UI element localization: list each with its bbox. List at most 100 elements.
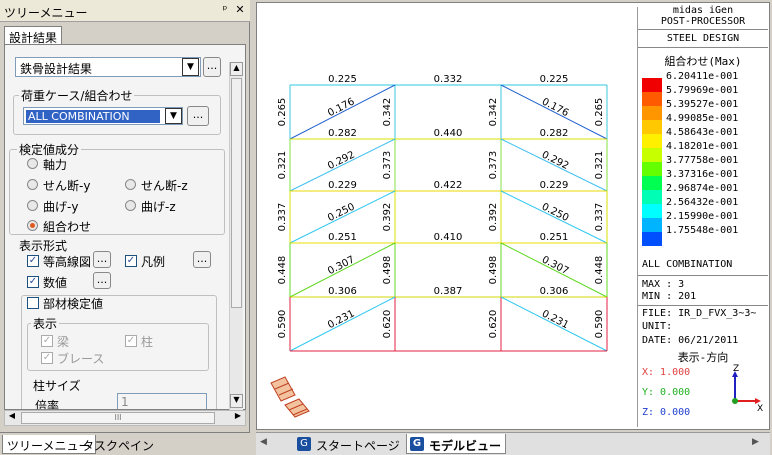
legend-panel: midas iGen POST-PROCESSOR STEEL DESIGN 組… (638, 5, 768, 425)
contour-label: 等高線図 (43, 255, 92, 269)
legend-combo-title: 組合わせ(Max) (664, 55, 742, 68)
beam-ratio-label: 0.229 (540, 180, 569, 191)
column-ratio-label: 0.337 (594, 203, 605, 232)
legend-swatch (642, 232, 662, 246)
vertical-scrollbar[interactable]: ▲ ▼ (229, 62, 243, 410)
scroll-thumb[interactable] (231, 78, 242, 308)
legend-label: 凡例 (141, 255, 166, 269)
beam-checkbox[interactable]: ✓ (41, 335, 53, 347)
brace-ratio-label: 0.231 (326, 308, 357, 331)
chevron-down-icon[interactable]: ▼ (182, 58, 199, 76)
check-component-group (9, 149, 225, 235)
column-ratio-label: 0.373 (382, 151, 393, 180)
legend-value: 2.56432e-001 (666, 197, 739, 208)
values-label: 数値 (43, 276, 68, 290)
load-case-more-button[interactable]: ... (187, 106, 209, 126)
tab-design-results[interactable]: 設計結果 (4, 26, 62, 45)
legend-rule (638, 275, 768, 276)
brace-ratio-label: 0.231 (540, 308, 571, 331)
legend-swatch (642, 190, 662, 204)
legend-header-design: STEEL DESIGN (666, 33, 740, 44)
result-type-more-button[interactable]: ... (203, 57, 221, 77)
beam-ratio-label: 0.422 (434, 180, 463, 191)
legend-swatch (642, 120, 662, 134)
legend-swatch (642, 176, 662, 190)
member-check-checkbox[interactable] (27, 297, 39, 309)
member-check-label: 部材検定値 (43, 297, 104, 311)
hscroll-thumb[interactable]: III (21, 412, 215, 424)
tab-scroll-left-icon[interactable]: ◀ (260, 437, 267, 447)
radio-shear-z[interactable] (125, 179, 136, 190)
tab-start-page-label: スタートページ (316, 439, 400, 453)
tab-scroll-right-icon[interactable]: ▶ (752, 437, 759, 447)
radio-shear-z-label: せん断-z (141, 179, 188, 193)
legend-header-product: midas iGen (672, 5, 734, 16)
column-ratio-label: 0.620 (488, 310, 499, 339)
legend-value: 6.20411e-001 (666, 71, 739, 82)
chevron-down-icon[interactable]: ▼ (165, 108, 182, 124)
tab-start-page[interactable]: G スタートページ (294, 434, 404, 454)
column-ratio-label: 0.590 (277, 310, 288, 339)
legend-swatch (642, 134, 662, 148)
values-more-button[interactable]: ... (93, 272, 111, 289)
legend-checkbox[interactable]: ✓ (125, 255, 137, 267)
column-ratio-label: 0.342 (382, 98, 393, 127)
tree-menu-titlebar: ツリーメニュー ᵖ ✕ (0, 0, 250, 22)
legend-value: 4.99085e-001 (666, 113, 739, 124)
contour-more-button[interactable]: ... (93, 251, 111, 268)
column-ratio-label: 0.337 (277, 203, 288, 232)
tab-task-pane[interactable]: タスクペイン (78, 435, 158, 454)
load-case-select[interactable]: ALL COMBINATION (23, 107, 183, 125)
radio-shear-y-label: せん断-y (43, 179, 91, 193)
brace-ratio-label: 0.292 (326, 149, 357, 172)
legend-max: MAX : 3 (642, 279, 685, 290)
column-ratio-label: 0.590 (594, 310, 605, 339)
brace-ratio-label: 0.307 (326, 254, 357, 277)
column-checkbox[interactable]: ✓ (125, 335, 137, 347)
scroll-up-icon[interactable]: ▲ (230, 62, 243, 76)
legend-value: 3.37316e-001 (666, 169, 739, 180)
scroll-down-icon[interactable]: ▼ (230, 394, 243, 408)
column-ratio-label: 0.265 (594, 98, 605, 127)
legend-more-button[interactable]: ... (193, 251, 211, 268)
brace-ratio-label: 0.307 (540, 254, 571, 277)
legend-value: 5.79969e-001 (666, 85, 739, 96)
brace-ratio-label: 0.176 (540, 96, 571, 119)
close-icon[interactable]: ✕ (233, 3, 247, 16)
contour-checkbox[interactable]: ✓ (27, 255, 39, 267)
scroll-right-icon[interactable]: ▶ (231, 411, 245, 425)
column-ratio-label: 0.448 (277, 256, 288, 285)
radio-combined[interactable] (27, 220, 38, 231)
horizontal-scrollbar[interactable]: ◀ III ▶ (4, 410, 246, 426)
radio-axial-label: 軸力 (43, 158, 68, 172)
pin-icon[interactable]: ᵖ (218, 3, 232, 16)
radio-combined-label: 組合わせ (43, 220, 92, 234)
brace-checkbox[interactable]: ✓ (41, 352, 53, 364)
radio-moment-z-label: 曲げ-z (141, 200, 176, 214)
legend-swatch (642, 148, 662, 162)
scale-input[interactable]: 1 (117, 393, 207, 409)
beam-ratio-label: 0.229 (328, 180, 357, 191)
radio-moment-y[interactable] (27, 200, 38, 211)
result-type-select[interactable]: 鉄骨設計結果 (15, 57, 201, 77)
column-ratio-label: 0.321 (594, 151, 605, 180)
view-tabs: ◀ G スタートページ G モデルビュー ▶ (256, 432, 770, 455)
beam-ratio-label: 0.306 (540, 286, 569, 297)
radio-moment-z[interactable] (125, 200, 136, 211)
legend-value: 1.75548e-001 (666, 225, 739, 236)
beam-ratio-label: 0.225 (540, 74, 569, 85)
values-checkbox[interactable]: ✓ (27, 276, 39, 288)
legend-swatch (642, 162, 662, 176)
radio-axial[interactable] (27, 158, 38, 169)
column-ratio-label: 0.448 (594, 256, 605, 285)
tree-menu-title: ツリーメニュー (4, 6, 88, 20)
legend-value: 2.96874e-001 (666, 183, 739, 194)
radio-shear-y[interactable] (27, 179, 38, 190)
tab-model-view[interactable]: G モデルビュー (406, 434, 507, 454)
beam-ratio-label: 0.332 (434, 74, 463, 85)
legend-rule (638, 29, 768, 30)
legend-rule (638, 47, 768, 48)
legend-value: 4.58643e-001 (666, 127, 739, 138)
scroll-left-icon[interactable]: ◀ (5, 411, 19, 425)
column-ratio-label: 0.392 (382, 203, 393, 232)
